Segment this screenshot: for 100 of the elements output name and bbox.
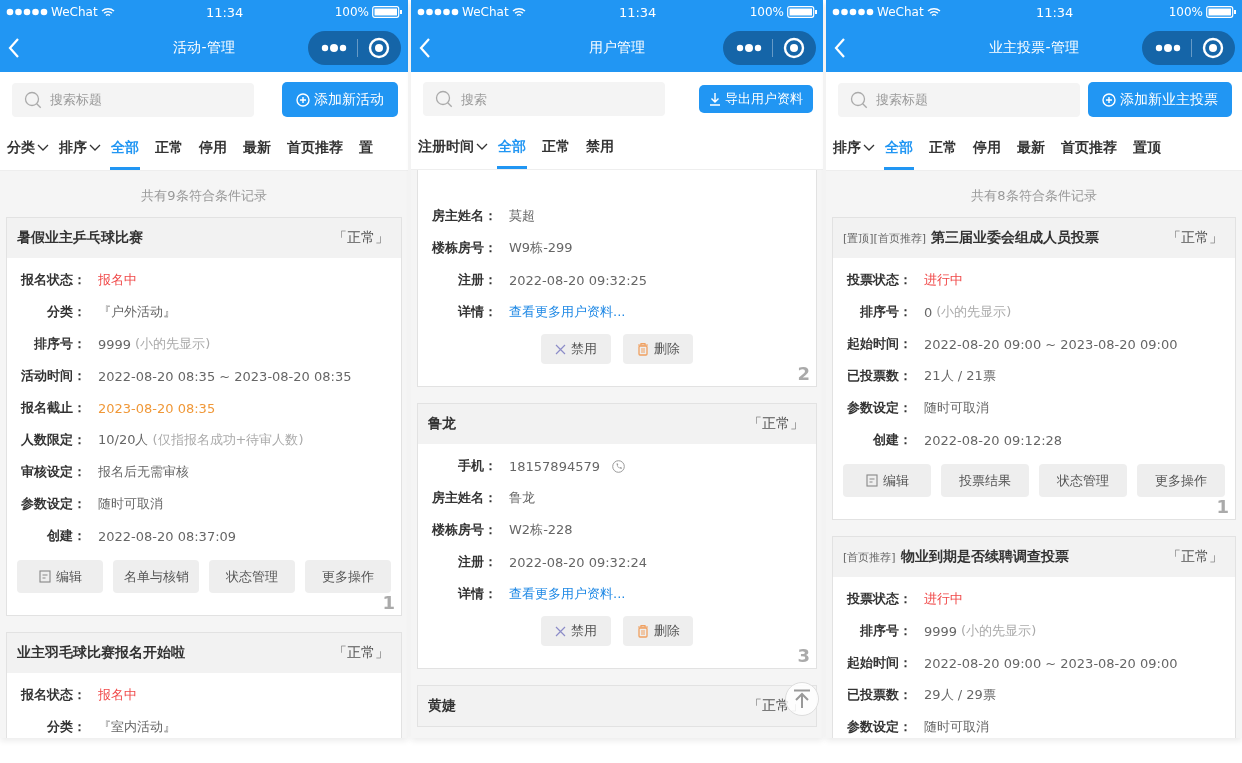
search-field[interactable]: 搜索标题 [12,82,254,117]
trash-icon [636,624,649,638]
filter-tab[interactable]: 置顶 [1132,139,1162,170]
status-time: 11:34 [205,4,244,20]
search-field[interactable]: 搜索标题 [838,82,1080,117]
field-label: 房主姓名： [431,489,497,507]
action-button[interactable]: 禁用 [541,616,611,646]
signal-icon [417,8,459,16]
field-label: 报名状态： [19,686,86,704]
back-icon[interactable] [834,38,846,58]
dropdown-filter[interactable]: 注册时间 [417,138,489,169]
action-button[interactable]: 编辑 [843,464,931,497]
chevron-down-icon[interactable] [89,144,101,152]
filter-tab[interactable]: 停用 [198,139,228,170]
back-icon[interactable] [8,38,20,58]
chevron-down-icon[interactable] [476,143,488,151]
field-value: 2022-08-20 09:00 ~ 2023-08-20 09:00 [924,655,1178,671]
field-label: 分类： [46,303,86,321]
more-icon[interactable] [736,43,762,53]
field-value: 报名中 [98,686,137,704]
dropdown-filter[interactable]: 排序 [832,139,876,170]
field-label: 已投票数： [846,367,912,385]
filter-tab[interactable]: 正常 [541,138,571,169]
card-status: 「正常」 [748,415,804,433]
record-count: 共有9条符合条件记录 [140,187,268,205]
battery-icon [787,6,817,18]
dropdown-filter[interactable]: 分类 [6,139,50,170]
card-title: 业主羽毛球比赛报名开始啦 [17,644,185,662]
filter-tab[interactable]: 置 [358,139,374,170]
action-button[interactable]: 删除 [623,334,693,364]
card-title: 黄婕 [428,697,456,715]
carrier-name: WeChat [51,5,98,19]
close-circle-icon[interactable] [783,37,805,59]
field-label: 起始时间： [846,654,912,672]
field-note: (仅指报名成功+待审人数) [152,431,304,449]
action-button[interactable]: 禁用 [541,334,611,364]
field-value: 29人 / 29票 [924,686,996,704]
search-field[interactable]: 搜索 [423,82,665,116]
search-icon [850,90,868,109]
filter-tab[interactable]: 最新 [242,139,272,170]
action-button[interactable]: 名单与核销 [113,560,199,593]
details-link[interactable]: 查看更多用户资料... [509,585,626,603]
action-button[interactable]: 状态管理 [209,560,295,593]
edit-icon [865,474,878,487]
field-value: 0 [924,304,933,320]
field-label: 参数设定： [846,718,912,736]
record-count: 共有8条符合条件记录 [970,187,1098,205]
filter-tab[interactable]: 最新 [1016,139,1046,170]
details-link[interactable]: 查看更多用户资料... [509,303,626,321]
action-button[interactable]: 更多操作 [1137,464,1225,497]
card-status: 「正常」 [1167,548,1223,566]
filter-tab[interactable]: 正常 [154,139,184,170]
status-time: 11:34 [618,4,657,20]
close-circle-icon[interactable] [1202,37,1224,59]
filter-tab[interactable]: 首页推荐 [1060,139,1118,170]
chevron-down-icon[interactable] [37,144,49,152]
filter-tab[interactable]: 禁用 [585,138,615,169]
phone-icon [612,459,625,473]
wifi-icon [511,7,526,17]
capsule-menu[interactable] [1142,31,1235,65]
field-value: 随时可取消 [924,399,989,417]
action-button[interactable]: 投票结果 [941,464,1029,497]
action-button[interactable]: 更多操作 [305,560,391,593]
more-icon[interactable] [321,43,347,53]
field-label: 楼栋房号： [430,239,497,257]
back-icon[interactable] [419,38,431,58]
field-value: W9栋-299 [509,239,573,257]
action-button[interactable]: 删除 [623,616,693,646]
field-label: 排序号： [859,622,912,640]
capsule-menu[interactable] [723,31,816,65]
field-label: 详情： [456,303,497,321]
dropdown-filter[interactable]: 排序 [58,139,102,170]
field-label: 手机： [457,457,497,475]
field-value: 报名中 [98,271,137,289]
filter-tab[interactable]: 首页推荐 [286,139,344,170]
plus-circle-icon [1102,92,1116,107]
battery-percent: 100% [334,5,369,19]
action-button[interactable]: 编辑 [17,560,103,593]
field-value: 2022-08-20 09:32:25 [509,272,648,288]
field-value: 2023-08-20 08:35 [98,400,216,416]
action-button[interactable]: 状态管理 [1039,464,1127,497]
more-icon[interactable] [1155,43,1181,53]
field-value: 2022-08-20 08:35 ~ 2023-08-20 08:35 [98,368,352,384]
field-label: 排序号： [33,335,86,353]
field-label: 排序号： [859,303,912,321]
filter-tab[interactable]: 正常 [928,139,958,170]
field-label: 参数设定： [20,495,86,513]
field-label: 审核设定： [20,463,86,481]
field-value: 鲁龙 [509,489,535,507]
card-status: 「正常」 [1167,229,1223,247]
field-value: 随时可取消 [924,718,989,736]
field-label: 楼栋房号： [430,521,497,539]
card-number: 2 [797,364,810,384]
filter-tab[interactable]: 停用 [972,139,1002,170]
field-value: 『户外活动』 [98,303,176,321]
field-value: 18157894579 [509,458,600,474]
close-circle-icon[interactable] [368,37,390,59]
capsule-menu[interactable] [308,31,401,65]
card-status: 「正常」 [333,229,389,247]
chevron-down-icon[interactable] [863,144,875,152]
